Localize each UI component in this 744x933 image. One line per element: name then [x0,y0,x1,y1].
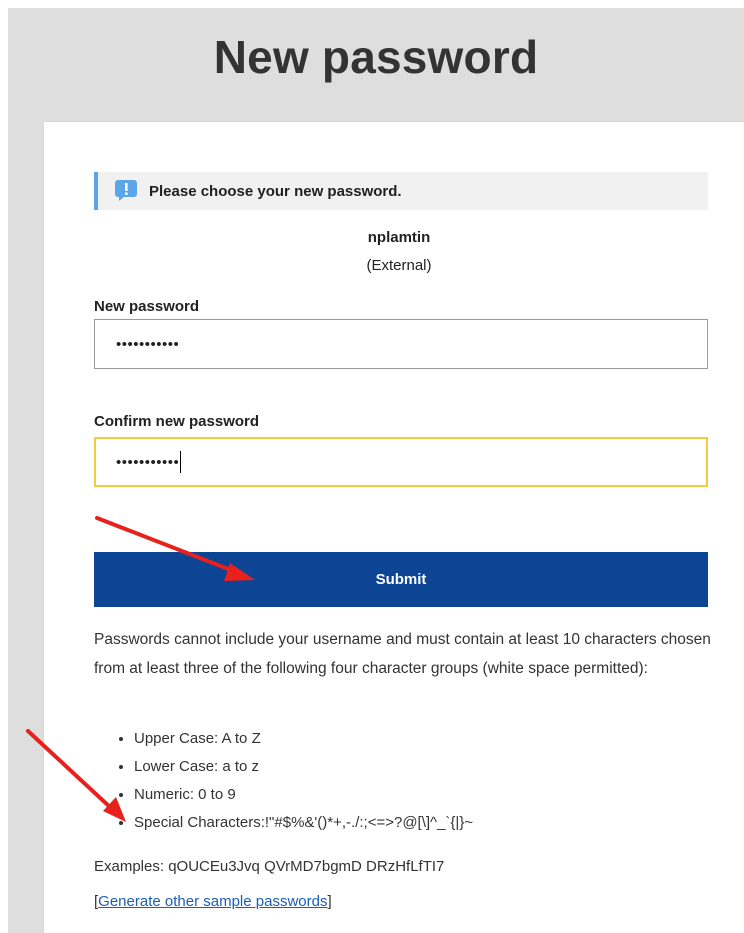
username: nplamtin [367,229,431,246]
confirm-password-input[interactable]: ••••••••••• [94,437,708,487]
generate-passwords-link[interactable]: Generate other sample passwords [98,893,327,910]
password-form-card: Please choose your new password. nplamti… [44,122,744,933]
generate-passwords-line: [Generate other sample passwords] [94,893,332,910]
user-type: (External) [366,257,432,274]
info-banner: Please choose your new password. [94,172,708,210]
new-password-label: New password [94,298,200,315]
new-password-input[interactable]: ••••••••••• [94,319,708,369]
submit-button[interactable]: Submit [94,552,708,607]
new-password-value: ••••••••••• [116,335,180,353]
character-groups-list: Upper Case: A to Z Lower Case: a to z Nu… [94,725,714,837]
list-item: Special Characters:!"#$%&'()*+,-./:;<=>?… [134,809,714,837]
password-rules-text: Passwords cannot include your username a… [94,631,711,677]
page-title: New password [213,31,539,83]
example-passwords: Examples: qOUCEu3Jvq QVrMD7bgmD DRzHfLfT… [94,858,445,875]
text-caret [180,451,182,473]
list-item: Upper Case: A to Z [134,725,714,753]
confirm-password-label: Confirm new password [94,413,260,430]
info-exclamation-icon [115,180,137,202]
list-item: Numeric: 0 to 9 [134,781,714,809]
list-item: Lower Case: a to z [134,753,714,781]
confirm-password-value: ••••••••••• [116,453,180,471]
bracket-close: ] [327,893,332,910]
info-banner-text: Please choose your new password. [149,182,402,200]
